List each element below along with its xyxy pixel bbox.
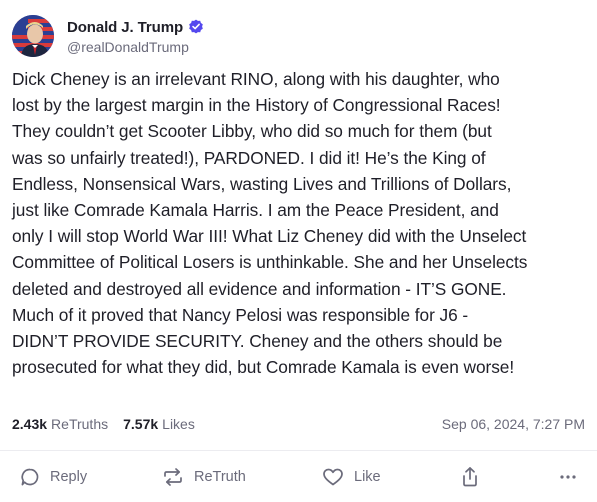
post-stats: 2.43k ReTruths 7.57k Likes Sep 06, 2024,… [12, 414, 585, 434]
post-line: was so unfairly treated!), PARDONED. I d… [12, 147, 486, 168]
likes-stat[interactable]: 7.57k Likes [123, 416, 195, 432]
avatar-image [12, 15, 54, 57]
truth-post: Donald J. Trump @realDonaldTrump Dick Ch… [0, 0, 597, 502]
speech-bubble-icon [20, 467, 40, 487]
like-button[interactable]: Like [322, 462, 381, 492]
retruths-label: ReTruths [51, 416, 109, 432]
post-line: Much of it proved that Nancy Pelosi was … [12, 304, 469, 325]
post-timestamp[interactable]: Sep 06, 2024, 7:27 PM [442, 416, 585, 432]
reply-label: Reply [50, 469, 88, 485]
retruth-label: ReTruth [194, 469, 246, 485]
more-dots-icon [558, 467, 578, 487]
avatar[interactable] [12, 15, 54, 57]
user-handle[interactable]: @realDonaldTrump [67, 39, 204, 55]
retruth-button[interactable]: ReTruth [162, 462, 246, 492]
retruth-arrows-icon [162, 467, 184, 487]
author-block: Donald J. Trump @realDonaldTrump [67, 17, 204, 55]
likes-label: Likes [162, 416, 195, 432]
retruths-stat[interactable]: 2.43k ReTruths [12, 416, 108, 432]
post-body: Dick Cheney is an irrelevant RINO, along… [12, 66, 592, 380]
heart-icon [322, 467, 344, 487]
display-name[interactable]: Donald J. Trump [67, 19, 183, 36]
post-line: prosecuted for what they did, but Comrad… [12, 357, 515, 378]
post-line: lost by the largest margin in the Histor… [12, 95, 501, 116]
like-label: Like [354, 469, 381, 485]
post-line: deleted and destroyed all evidence and i… [12, 278, 507, 299]
post-line: just like Comrade Kamala Harris. I am th… [12, 200, 499, 221]
retruths-count: 2.43k [12, 416, 48, 432]
post-line: Committee of Political Losers is unthink… [12, 252, 528, 273]
post-line: They couldn’t get Scooter Libby, who did… [12, 121, 492, 142]
share-button[interactable] [460, 462, 480, 492]
name-row: Donald J. Trump [67, 17, 204, 37]
post-line: DIDN’T PROVIDE SECURITY. Cheney and the … [12, 331, 503, 352]
more-options-button[interactable] [558, 462, 578, 492]
likes-count: 7.57k [123, 416, 159, 432]
reply-button[interactable]: Reply [20, 462, 87, 492]
share-upload-icon [460, 466, 480, 488]
action-bar: Reply ReTruth Like [0, 462, 597, 492]
post-line: Dick Cheney is an irrelevant RINO, along… [12, 69, 500, 89]
post-line: Endless, Nonsensical Wars, wasting Lives… [12, 173, 512, 194]
verified-badge-icon [188, 19, 204, 35]
divider [0, 450, 597, 451]
post-line: only I will stop World War III! What Liz… [12, 226, 527, 247]
